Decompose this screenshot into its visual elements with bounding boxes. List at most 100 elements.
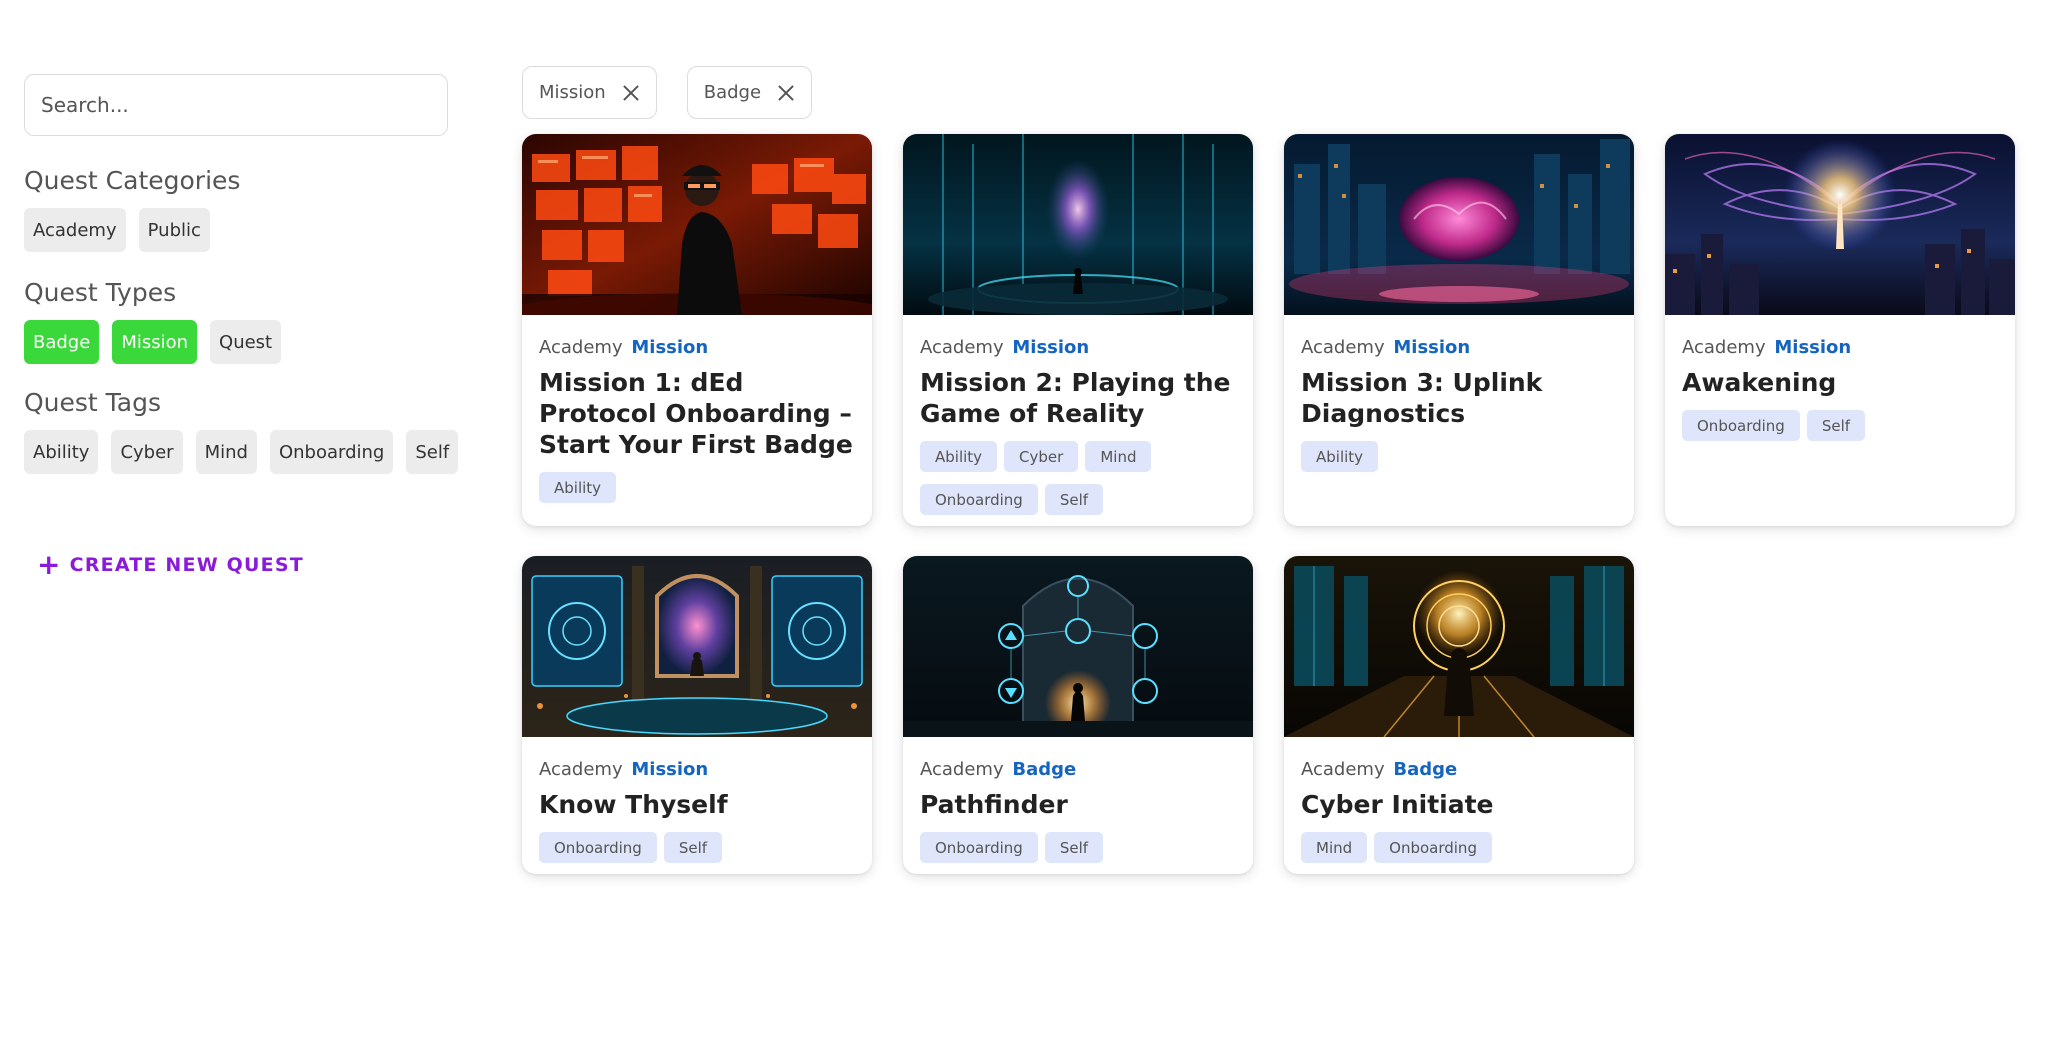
quest-tag-list: Onboarding Self (539, 832, 855, 863)
quest-card[interactable]: Academy Mission Know Thyself Onboarding … (522, 556, 872, 874)
create-new-quest-button[interactable]: + CREATE NEW QUEST (37, 548, 304, 581)
quest-category: Academy (1682, 337, 1766, 358)
quest-tag: Onboarding (539, 832, 657, 863)
filter-chip-mission: Mission (522, 66, 657, 119)
tag-chip-onboarding[interactable]: Onboarding (269, 430, 394, 474)
quest-tag: Onboarding (920, 832, 1038, 863)
filter-chip-label: Mission (539, 82, 606, 103)
quest-tags-section: Quest Tags Ability Cyber Mind Onboarding… (24, 388, 459, 474)
quest-card[interactable]: Academy Badge Pathfinder Onboarding Self (903, 556, 1253, 874)
quest-tag: Self (663, 832, 723, 863)
quest-meta: Academy Mission (539, 337, 855, 359)
quest-tag-list: Ability (539, 472, 855, 503)
quest-tag: Cyber (1004, 441, 1079, 472)
quest-meta: Academy Mission (1301, 337, 1617, 359)
category-chip-academy[interactable]: Academy (24, 208, 126, 252)
quest-types-section: Quest Types Badge Mission Quest (24, 278, 448, 364)
quest-tag-list: Mind Onboarding (1301, 832, 1617, 863)
tag-chip-list: Ability Cyber Mind Onboarding Self (24, 430, 459, 474)
quest-card-body: Academy Mission Awakening Onboarding Sel… (1665, 315, 2015, 455)
quest-tag: Onboarding (1374, 832, 1492, 863)
quest-image (903, 556, 1253, 737)
quest-title: Know Thyself (539, 790, 728, 819)
quest-title: Cyber Initiate (1301, 790, 1494, 819)
quest-image (1284, 134, 1634, 315)
quest-title: Awakening (1682, 368, 1837, 397)
quest-category: Academy (539, 759, 623, 780)
sidebar: Quest Categories Academy Public Quest Ty… (24, 74, 459, 581)
filter-chip-badge: Badge (686, 66, 813, 119)
quest-card-grid: Academy Mission Mission 1: dEd Protocol … (522, 134, 2022, 874)
quest-tag: Mind (1301, 832, 1368, 863)
quest-card-body: Academy Mission Mission 3: Uplink Diagno… (1284, 315, 1634, 486)
quest-image (1665, 134, 2015, 315)
quest-type: Mission (631, 337, 709, 358)
tag-chip-ability[interactable]: Ability (24, 430, 99, 474)
quest-image (903, 134, 1253, 315)
quest-title: Mission 1: dEd Protocol Onboarding – Sta… (539, 368, 853, 459)
quest-tag: Mind (1085, 441, 1152, 472)
category-chip-list: Academy Public (24, 208, 448, 252)
quest-card[interactable]: Academy Mission Mission 3: Uplink Diagno… (1284, 134, 1634, 526)
quest-image (522, 134, 872, 315)
quest-card[interactable]: Academy Mission Mission 1: dEd Protocol … (522, 134, 872, 526)
quest-meta: Academy Mission (920, 337, 1236, 359)
tag-chip-self[interactable]: Self (406, 430, 459, 474)
quest-tag-list: Ability Cyber Mind Onboarding Self (920, 441, 1236, 515)
quest-tag: Ability (539, 472, 617, 503)
quest-category: Academy (920, 759, 1004, 780)
quest-tag: Self (1044, 484, 1104, 515)
quest-card[interactable]: Academy Mission Mission 2: Playing the G… (903, 134, 1253, 526)
quest-card-body: Academy Badge Cyber Initiate Mind Onboar… (1284, 737, 1634, 874)
quest-tag: Ability (1301, 441, 1379, 472)
quest-title: Mission 3: Uplink Diagnostics (1301, 368, 1543, 428)
quest-categories-section: Quest Categories Academy Public (24, 166, 448, 252)
plus-icon: + (37, 548, 62, 581)
quest-card[interactable]: Academy Mission Awakening Onboarding Sel… (1665, 134, 2015, 526)
quest-meta: Academy Mission (539, 759, 855, 781)
quest-category: Academy (1301, 759, 1385, 780)
create-new-quest-label: CREATE NEW QUEST (69, 554, 304, 576)
quest-category: Academy (920, 337, 1004, 358)
quest-tag-list: Onboarding Self (1682, 410, 1998, 441)
active-filters: Mission Badge (522, 66, 813, 119)
quest-meta: Academy Badge (1301, 759, 1617, 781)
quest-category: Academy (1301, 337, 1385, 358)
quest-card-body: Academy Mission Mission 1: dEd Protocol … (522, 315, 872, 517)
quest-categories-title: Quest Categories (24, 166, 241, 195)
quest-type: Mission (1012, 337, 1090, 358)
quest-image (522, 556, 872, 737)
quest-tags-title: Quest Tags (24, 388, 162, 417)
close-icon[interactable] (622, 84, 640, 102)
quest-category: Academy (539, 337, 623, 358)
quest-meta: Academy Badge (920, 759, 1236, 781)
quest-tag-list: Ability (1301, 441, 1617, 472)
quest-tag: Onboarding (920, 484, 1038, 515)
quest-type: Mission (1393, 337, 1471, 358)
type-chip-mission[interactable]: Mission (112, 320, 198, 364)
quest-tag: Onboarding (1682, 410, 1800, 441)
filter-chip-label: Badge (703, 82, 762, 103)
quest-card-body: Academy Mission Know Thyself Onboarding … (522, 737, 872, 874)
search-input[interactable] (24, 74, 448, 136)
close-icon[interactable] (777, 84, 795, 102)
type-chip-badge[interactable]: Badge (24, 320, 100, 364)
quest-type: Mission (1774, 337, 1852, 358)
quest-type: Badge (1393, 759, 1458, 780)
quest-tag: Self (1044, 832, 1104, 863)
type-chip-list: Badge Mission Quest (24, 320, 448, 364)
quest-tag: Ability (920, 441, 998, 472)
quest-tag: Self (1806, 410, 1866, 441)
quest-card-body: Academy Badge Pathfinder Onboarding Self (903, 737, 1253, 874)
quest-card[interactable]: Academy Badge Cyber Initiate Mind Onboar… (1284, 556, 1634, 874)
quest-tag-list: Onboarding Self (920, 832, 1236, 863)
tag-chip-mind[interactable]: Mind (195, 430, 257, 474)
quest-card-body: Academy Mission Mission 2: Playing the G… (903, 315, 1253, 526)
tag-chip-cyber[interactable]: Cyber (111, 430, 183, 474)
quest-type: Mission (631, 759, 709, 780)
type-chip-quest[interactable]: Quest (210, 320, 282, 364)
category-chip-public[interactable]: Public (138, 208, 210, 252)
quest-title: Mission 2: Playing the Game of Reality (920, 368, 1231, 428)
quest-image (1284, 556, 1634, 737)
quest-meta: Academy Mission (1682, 337, 1998, 359)
